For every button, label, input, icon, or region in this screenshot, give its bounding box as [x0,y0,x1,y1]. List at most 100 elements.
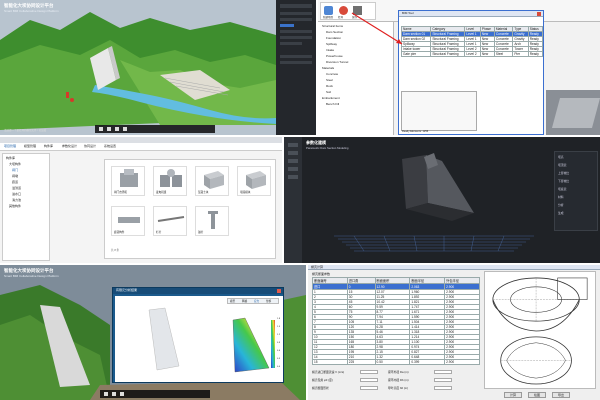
measure-icon[interactable] [123,127,127,131]
tool-icon[interactable] [288,159,298,163]
property-panel: 坝高 坝顶宽 上游坡比 下游坡比 坝底宽 材料 分析 生成 [554,151,598,231]
fem-dialog-titlebar: 有限元分析结果 [113,288,283,294]
table-cell: New [479,51,495,57]
tool-icon[interactable] [288,167,298,171]
tree-item[interactable]: 廊道 [12,181,18,184]
thumbnail-card[interactable]: 混凝土块 [195,166,229,196]
panel-title: 参数化建模 [306,140,326,145]
legend-label: 0.3 [277,358,281,360]
tool-icon[interactable] [288,151,298,155]
elements-table: Name Category Level Phase Material Type … [400,26,544,57]
tool-icon[interactable] [288,175,298,179]
zoom-icon[interactable] [107,127,111,131]
play-icon[interactable] [99,127,103,131]
thumbnail-label: 发电机组 [156,191,167,194]
tree-item[interactable]: 闸门 [12,169,18,172]
thumbnail-label: 坝段模块 [240,191,251,194]
tab-model[interactable]: 模型管理 [24,145,36,148]
thumbnail-card[interactable]: 闸门启闭机 [111,166,145,196]
fem-result-view[interactable] [115,296,283,382]
input-label: 蜗壳包角 φ0 (度) [312,378,333,382]
tab-collab[interactable]: 协同设计 [84,145,96,148]
tool-icon[interactable] [288,143,298,147]
tree-item[interactable]: Soil [326,91,331,94]
close-icon[interactable] [537,12,541,16]
table-row[interactable]: Gate pier Structural Framing Level 2 New… [400,51,544,57]
dam-3d-view[interactable] [314,151,554,261]
thumbnail-card[interactable]: 锚杆 [195,206,229,236]
tree-item[interactable]: 大坝构件 [9,163,21,166]
tree-item[interactable]: 闸墩 [12,175,18,178]
thumbnail-card[interactable]: 发电机组 [153,166,187,196]
tree-item[interactable]: Structural Items [322,25,343,28]
rotate-icon[interactable] [115,127,119,131]
tree-item[interactable]: Embankment [322,97,340,100]
tree-item[interactable]: Spillway [326,43,337,46]
tab-project[interactable]: 项目管理 [4,145,16,148]
tree-item[interactable]: Intake [326,49,334,52]
left-toolbar [284,137,302,263]
tree-item[interactable]: Materials [322,67,334,70]
tree-item[interactable]: 溢洪道 [12,187,21,190]
thumbnail-card[interactable]: 廊道构件 [111,206,145,236]
calculate-button[interactable]: 计算 [504,392,522,398]
fem-dialog: 有限元分析结果 模型 网格 应力 位移 1.8 1.5 1.2 0.9 0.6 … [112,287,284,383]
tree-item[interactable]: Foundation [326,37,341,40]
spiral-case-drawing[interactable] [484,271,596,389]
fem-analysis-panel: 智能化大坝协同设计平台 Smart BIM Collaborative Desi… [0,265,306,400]
outer-diameter-input[interactable] [434,370,452,374]
viewer-control-bar[interactable] [100,390,210,398]
spiral-case-panel: 蜗壳计算 蜗壳断面参数 断面编号 进口角 断面面积 断面半径 外包半径 进口 0 1… [308,265,600,400]
tree-item[interactable]: Steel [326,79,333,82]
tab-library[interactable]: 构件库 [44,145,53,148]
tree-item[interactable]: Concrete [326,73,338,76]
tree-item[interactable]: 进水口 [12,193,21,196]
new-project-icon[interactable] [324,6,333,15]
tree-item[interactable]: 其他构件 [9,205,21,208]
close-icon[interactable] [277,289,281,293]
ribbon-group: 新建项目 打开 保存 [320,2,376,20]
export-button[interactable]: 导出 [552,392,570,398]
tree-item[interactable]: Diversion Tunnel [326,61,348,64]
viewer-control-bar[interactable] [95,125,215,133]
table-row[interactable]: 15 225 0.50 0.399 2.900 [312,359,480,365]
input-label: 座环内径 Db (m) [388,378,409,382]
open-icon[interactable] [339,6,348,15]
table-row[interactable]: Dam section 02 Structural Framing Level … [400,36,544,42]
section-shape-select[interactable] [360,386,378,390]
table-row[interactable]: Dam section 01 Structural Framing Level … [400,31,544,37]
play-icon[interactable] [104,392,108,396]
save-icon[interactable] [353,6,362,15]
legend-label: 0.9 [277,342,281,344]
tree-item[interactable]: 消力池 [12,199,21,202]
legend-label: 0.0 [277,366,281,368]
tree-item[interactable]: Dam Section [326,31,343,34]
legend-label: 1.2 [277,334,281,336]
velocity-input[interactable] [360,370,378,374]
tree-item[interactable]: Bench Fill [326,103,339,106]
rotate-icon[interactable] [120,392,124,396]
concrete-block-icon [204,171,224,189]
tab-parametric[interactable]: 参数化设计 [62,145,77,148]
draw-button[interactable]: 绘图 [528,392,546,398]
thumbnail-card[interactable]: 坝段模块 [237,166,271,196]
dialog-title: 有限元分析结果 [116,288,138,292]
input-label: 导叶高度 b0 (m) [388,386,409,390]
tree-item[interactable]: 构件库 [6,157,15,160]
input-label: 蜗壳断面形状 [312,386,329,390]
tab-settings[interactable]: 系统设置 [104,145,116,148]
inner-diameter-input[interactable] [434,378,452,382]
prop-label: 下游坡比 [558,179,570,183]
zoom-icon[interactable] [112,392,116,396]
prop-label: 坝高 [558,155,564,159]
thumbnail-card[interactable]: 栏杆 [153,206,187,236]
vane-height-input[interactable] [434,386,452,390]
thumbnail-label: 锚杆 [198,231,204,234]
prop-label: 分析 [558,203,564,207]
table-cell: 0.399 [409,359,446,365]
wrap-angle-input[interactable] [360,378,378,382]
terrain-scene[interactable] [0,0,316,135]
tree-item[interactable]: Powerhouse [326,55,343,58]
ribbon-open-label: 打开 [338,16,344,19]
tree-item[interactable]: Rock [326,85,333,88]
